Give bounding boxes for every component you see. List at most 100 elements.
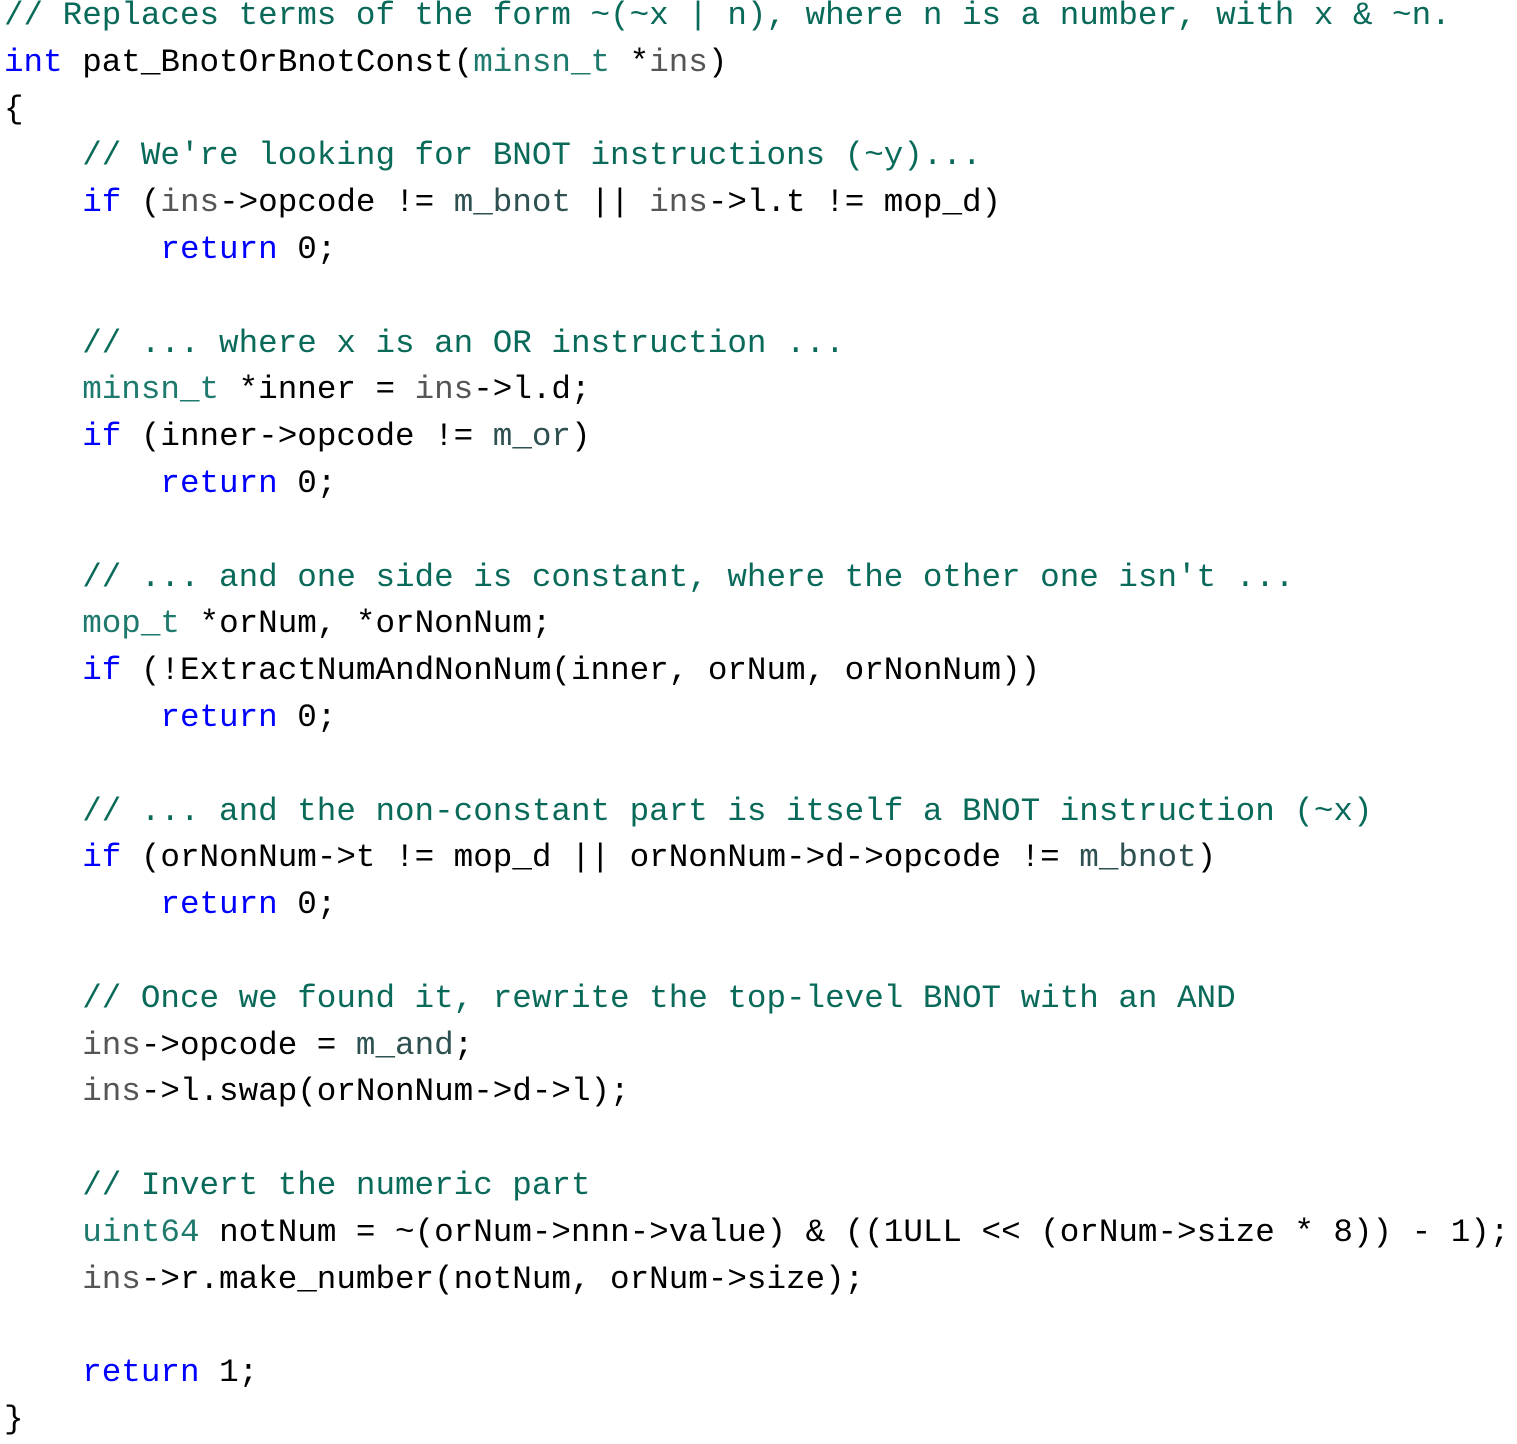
code-keyword: int bbox=[4, 43, 63, 81]
code-line: ins->opcode = m_and; bbox=[4, 1023, 1509, 1070]
code-type: mop_t bbox=[82, 605, 180, 643]
code-enum-constant: m_bnot bbox=[1079, 839, 1197, 877]
code-line: return 0; bbox=[4, 882, 1509, 929]
code-text: * bbox=[610, 43, 650, 81]
code-text: (!ExtractNumAndNonNum(inner, orNum, orNo… bbox=[121, 652, 1041, 690]
code-text: 0; bbox=[277, 698, 337, 736]
code-line: return 1; bbox=[4, 1350, 1509, 1397]
code-line: ins->l.swap(orNonNum->d->l); bbox=[4, 1069, 1509, 1116]
code-parameter: ins bbox=[160, 184, 220, 222]
code-text: (inner->opcode != bbox=[121, 418, 493, 456]
code-line: { bbox=[4, 87, 1509, 134]
code-text: ->opcode != bbox=[219, 184, 454, 222]
code-text: 1; bbox=[199, 1354, 259, 1392]
code-text: ->l.d; bbox=[473, 371, 591, 409]
code-comment: // We're looking for BNOT instructions (… bbox=[82, 137, 982, 175]
code-comment: // Replaces terms of the form ~(~x | n),… bbox=[4, 0, 1451, 34]
code-line: // ... and one side is constant, where t… bbox=[4, 555, 1509, 602]
code-keyword: if bbox=[82, 418, 122, 456]
code-line: // We're looking for BNOT instructions (… bbox=[4, 133, 1509, 180]
code-keyword: if bbox=[82, 652, 122, 690]
code-keyword: return bbox=[160, 886, 278, 924]
code-line: return 0; bbox=[4, 695, 1509, 742]
code-text: } bbox=[4, 1400, 24, 1438]
code-text: ) bbox=[1196, 839, 1217, 877]
code-text: (orNonNum->t != mop_d || orNonNum->d->op… bbox=[121, 839, 1080, 877]
code-line: if (!ExtractNumAndNonNum(inner, orNum, o… bbox=[4, 648, 1509, 695]
code-comment: // ... and the non-constant part is itse… bbox=[82, 792, 1373, 830]
code-text: ) bbox=[570, 418, 591, 456]
code-line: if (inner->opcode != m_or) bbox=[4, 414, 1509, 461]
code-text: *orNum, *orNonNum; bbox=[179, 605, 552, 643]
code-line: if (orNonNum->t != mop_d || orNonNum->d-… bbox=[4, 835, 1509, 882]
code-text: notNum = ~(orNum->nnn->value) & ((1ULL <… bbox=[199, 1213, 1510, 1251]
code-keyword: return bbox=[160, 698, 278, 736]
code-comment: // Invert the numeric part bbox=[82, 1166, 591, 1204]
code-line: uint64 notNum = ~(orNum->nnn->value) & (… bbox=[4, 1210, 1509, 1257]
code-text: ->r.make_number(notNum, orNum->size); bbox=[140, 1260, 865, 1298]
code-text: 0; bbox=[277, 886, 337, 924]
code-text: ->l.swap(orNonNum->d->l); bbox=[140, 1073, 630, 1111]
code-keyword: if bbox=[82, 184, 122, 222]
code-text: pat_BnotOrBnotConst( bbox=[62, 43, 474, 81]
code-type: minsn_t bbox=[473, 43, 611, 81]
code-line: if (ins->opcode != m_bnot || ins->l.t !=… bbox=[4, 180, 1509, 227]
code-text: || bbox=[571, 184, 650, 222]
code-enum-constant: m_bnot bbox=[453, 184, 571, 222]
code-comment: // ... where x is an OR instruction ... bbox=[82, 324, 845, 362]
code-line: ins->r.make_number(notNum, orNum->size); bbox=[4, 1257, 1509, 1304]
code-type: uint64 bbox=[82, 1213, 200, 1251]
code-keyword: return bbox=[160, 230, 278, 268]
code-keyword: return bbox=[160, 464, 278, 502]
code-text: ->opcode = bbox=[140, 1026, 356, 1064]
code-line: // ... where x is an OR instruction ... bbox=[4, 321, 1509, 368]
code-line: minsn_t *inner = ins->l.d; bbox=[4, 367, 1509, 414]
code-enum-constant: m_and bbox=[355, 1026, 454, 1064]
code-line: } bbox=[4, 1397, 1509, 1444]
code-line: mop_t *orNum, *orNonNum; bbox=[4, 601, 1509, 648]
code-type: minsn_t bbox=[82, 371, 220, 409]
code-line: return 0; bbox=[4, 461, 1509, 508]
code-keyword: if bbox=[82, 839, 122, 877]
code-parameter: ins bbox=[649, 43, 708, 81]
code-enum-constant: m_or bbox=[492, 418, 571, 456]
code-line: // Replaces terms of the form ~(~x | n),… bbox=[4, 0, 1509, 40]
code-parameter: ins bbox=[649, 184, 708, 222]
code-block: // Replaces terms of the form ~(~x | n),… bbox=[4, 0, 1509, 1444]
code-text: { bbox=[4, 90, 24, 128]
code-comment: // Once we found it, rewrite the top-lev… bbox=[82, 979, 1236, 1017]
code-line: // Once we found it, rewrite the top-lev… bbox=[4, 976, 1509, 1023]
code-line: return 0; bbox=[4, 227, 1509, 274]
code-parameter: ins bbox=[82, 1073, 141, 1111]
code-keyword: return bbox=[82, 1354, 200, 1392]
code-comment: // ... and one side is constant, where t… bbox=[82, 558, 1295, 596]
code-line: int pat_BnotOrBnotConst(minsn_t *ins) bbox=[4, 40, 1509, 87]
code-text: ) bbox=[707, 43, 728, 81]
code-parameter: ins bbox=[414, 371, 474, 409]
